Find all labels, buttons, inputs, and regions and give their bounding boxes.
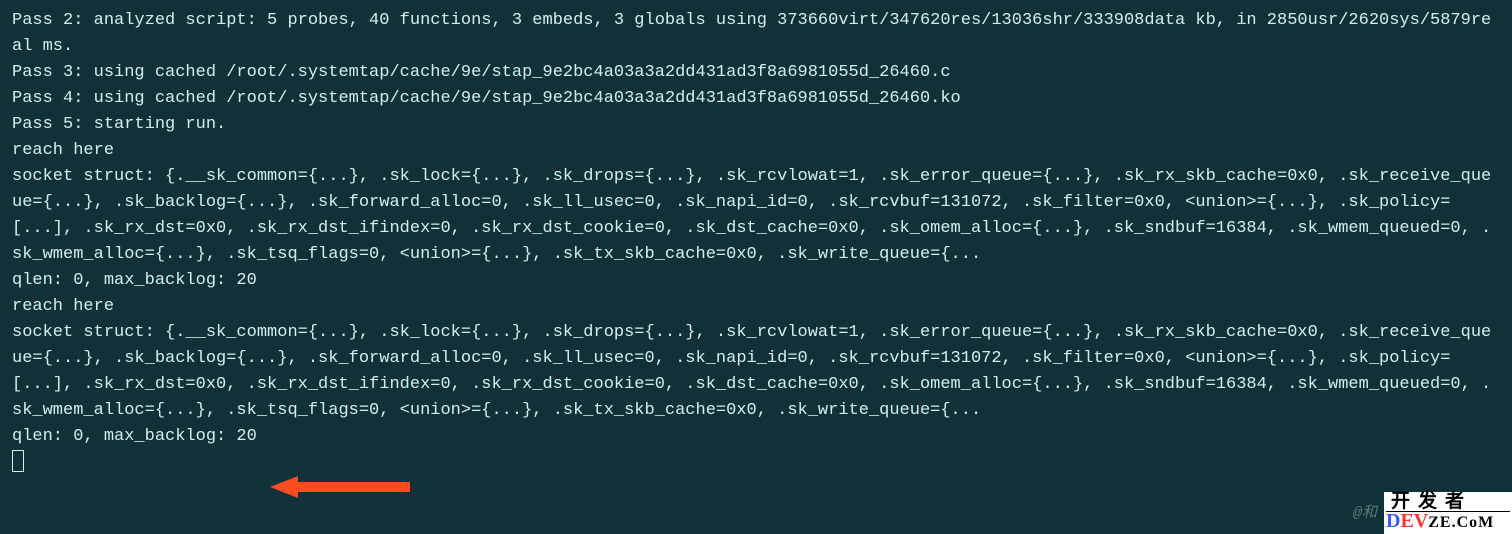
terminal-line: socket struct: {.__sk_common={...}, .sk_… bbox=[12, 320, 1500, 424]
watermark-bottom-text: DEVZE.CoM bbox=[1386, 512, 1510, 532]
terminal-line: qlen: 0, max_backlog: 20 bbox=[12, 424, 1500, 450]
terminal-line: Pass 4: using cached /root/.systemtap/ca… bbox=[12, 86, 1500, 112]
terminal-line: socket struct: {.__sk_common={...}, .sk_… bbox=[12, 164, 1500, 268]
terminal-line: Pass 5: starting run. bbox=[12, 112, 1500, 138]
terminal-output[interactable]: Pass 2: analyzed script: 5 probes, 40 fu… bbox=[0, 0, 1512, 534]
terminal-line: qlen: 0, max_backlog: 20 bbox=[12, 268, 1500, 294]
terminal-line: reach here bbox=[12, 294, 1500, 320]
terminal-line: reach here bbox=[12, 138, 1500, 164]
terminal-line: Pass 3: using cached /root/.systemtap/ca… bbox=[12, 60, 1500, 86]
watermark-logo: 开发者 DEVZE.CoM bbox=[1384, 492, 1512, 534]
terminal-cursor bbox=[12, 450, 24, 472]
terminal-line: Pass 2: analyzed script: 5 probes, 40 fu… bbox=[12, 8, 1500, 60]
attribution-text: @和 bbox=[1353, 501, 1377, 522]
